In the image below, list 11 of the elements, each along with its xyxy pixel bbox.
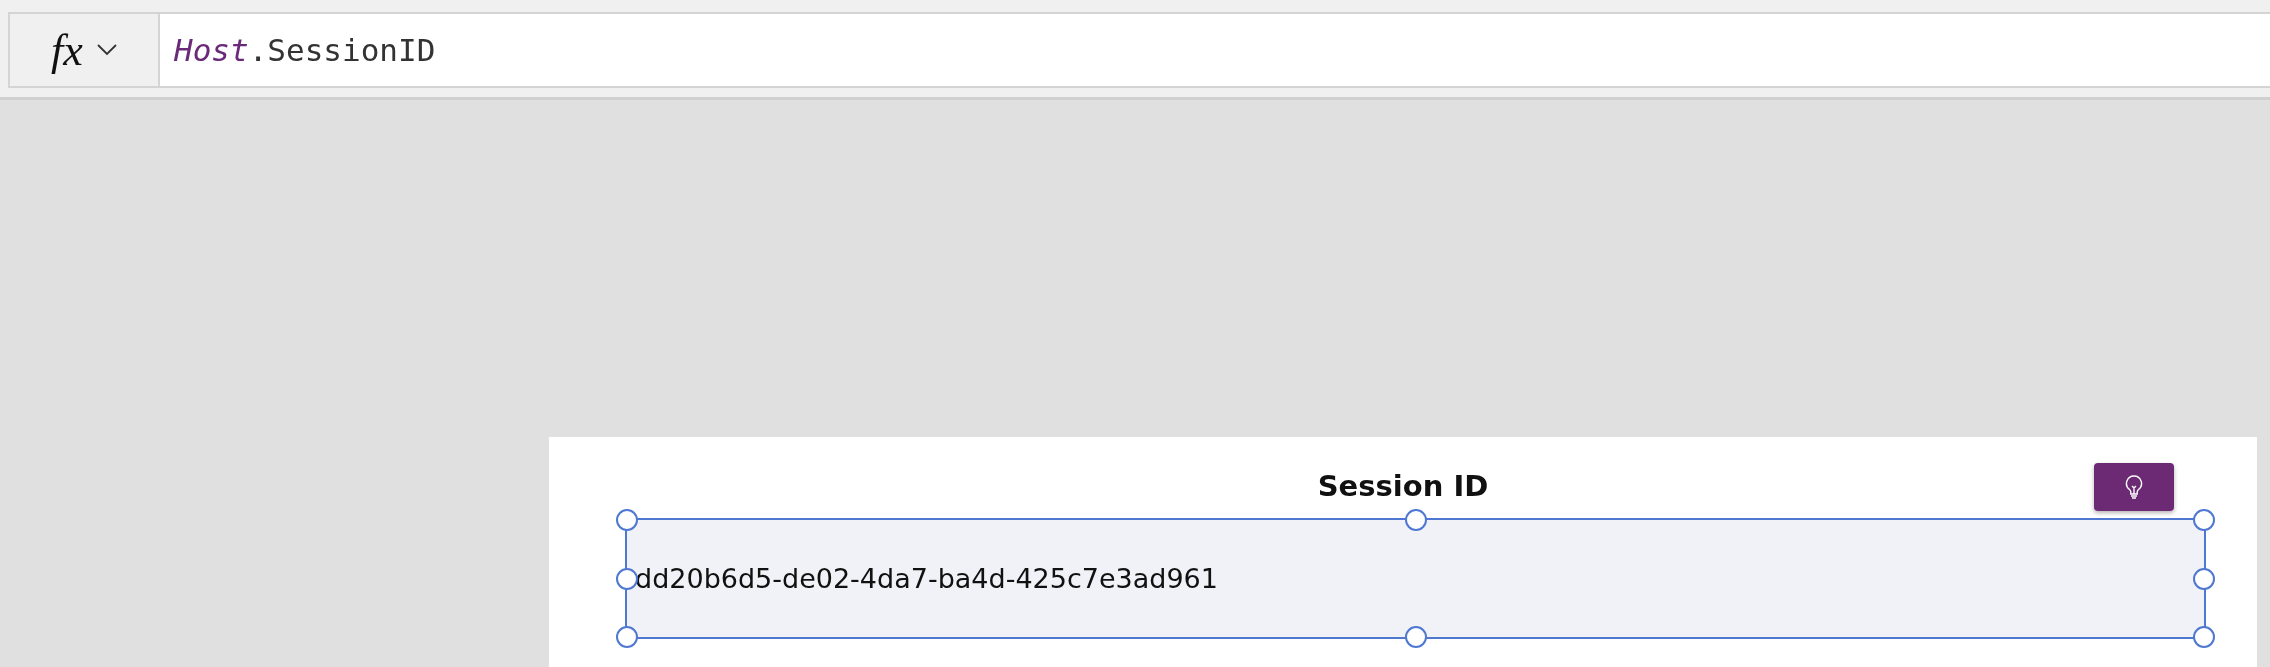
lightbulb-icon bbox=[2125, 475, 2143, 499]
resize-handle[interactable] bbox=[616, 509, 638, 531]
session-id-value: dd20b6d5-de02-4da7-ba4d-425c7e3ad961 bbox=[634, 563, 1218, 594]
resize-handle[interactable] bbox=[616, 626, 638, 648]
text-label[interactable]: dd20b6d5-de02-4da7-ba4d-425c7e3ad961 bbox=[627, 520, 2204, 637]
resize-handle[interactable] bbox=[616, 567, 638, 590]
resize-handle[interactable] bbox=[2193, 509, 2215, 531]
resize-handle[interactable] bbox=[2193, 626, 2215, 648]
resize-handle[interactable] bbox=[1404, 509, 1427, 531]
ideas-button[interactable] bbox=[2094, 463, 2174, 511]
screen-title: Session ID bbox=[1317, 469, 1489, 503]
